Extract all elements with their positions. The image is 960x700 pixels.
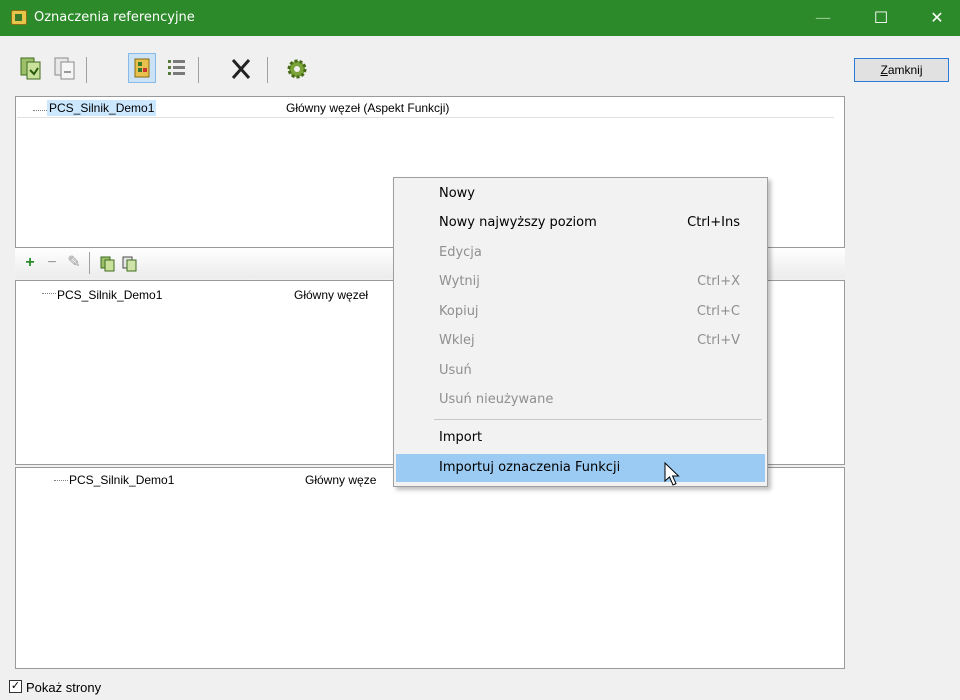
show-pages-checkbox[interactable]: ✓ — [9, 680, 22, 693]
tree-node-label[interactable]: PCS_Silnik_Demo1 — [57, 288, 162, 302]
remove-icon[interactable]: − — [43, 255, 61, 273]
menu-item-edycja[interactable]: Edycja — [396, 239, 765, 267]
tree-connector — [42, 293, 56, 294]
menu-item-kopiuj[interactable]: Kopiuj Ctrl+C — [396, 298, 765, 326]
toolbar-separator — [89, 252, 90, 274]
menu-item-usun-nieuzywane[interactable]: Usuń nieużywane — [396, 386, 765, 414]
tree-connector — [54, 480, 68, 481]
toolbar-separator — [267, 57, 268, 83]
menu-item-wklej[interactable]: Wklej Ctrl+V — [396, 327, 765, 355]
menu-item-usun[interactable]: Usuń — [396, 357, 765, 385]
tree-view-icon[interactable] — [128, 53, 156, 83]
toolbar-separator — [198, 57, 199, 83]
scrollbar[interactable] — [834, 97, 844, 247]
close-button[interactable]: Zamknij — [854, 58, 949, 82]
close-button-label: amknij — [887, 63, 923, 77]
window-title: Oznaczenia referencyjne — [34, 10, 195, 25]
copy-green-small-icon[interactable] — [99, 255, 117, 273]
menu-item-nowy-najwyzszy-poziom[interactable]: Nowy najwyższy poziom Ctrl+Ins — [396, 209, 765, 237]
title-bar: Oznaczenia referencyjne — ☐ ✕ — [0, 0, 960, 36]
tree-row[interactable]: PCS_Silnik_Demo1 Główny węzeł (Aspekt Fu… — [17, 98, 835, 118]
settings-gear-icon[interactable] — [282, 53, 310, 83]
tree-node-description: Główny węze — [305, 473, 377, 487]
minimize-button[interactable]: — — [800, 0, 846, 36]
copy-green-icon[interactable] — [16, 53, 44, 83]
show-pages-label[interactable]: Pokaż strony — [26, 680, 101, 695]
context-menu: Nowy Nowy najwyższy poziom Ctrl+Ins Edycj… — [393, 177, 768, 487]
add-icon[interactable]: + — [21, 255, 39, 273]
menu-separator — [434, 419, 762, 420]
mouse-cursor-icon — [664, 462, 680, 486]
copy-gray-icon[interactable] — [50, 53, 78, 83]
close-window-button[interactable]: ✕ — [914, 0, 960, 36]
main-toolbar — [12, 53, 332, 89]
list-view-icon[interactable] — [162, 53, 190, 83]
tree-node-description: Główny węzeł — [294, 288, 369, 302]
tree-node-description: Główny węzeł (Aspekt Funkcji) — [286, 101, 450, 115]
tree-node-label[interactable]: PCS_Silnik_Demo1 — [47, 100, 157, 116]
tree-panel-3[interactable]: PCS_Silnik_Demo1 Główny węze — [15, 467, 845, 669]
tree-connector — [33, 110, 47, 111]
copy-small-icon[interactable] — [121, 255, 139, 273]
menu-item-nowy[interactable]: Nowy — [396, 180, 765, 208]
edit-icon[interactable]: ✎ — [65, 255, 83, 273]
delete-icon[interactable] — [226, 53, 254, 83]
menu-item-importuj-oznaczenia-funkcji[interactable]: Importuj oznaczenia Funkcji — [396, 454, 765, 482]
tree-node-label[interactable]: PCS_Silnik_Demo1 — [69, 473, 174, 487]
toolbar-separator — [86, 57, 87, 83]
maximize-button[interactable]: ☐ — [858, 0, 904, 36]
app-icon — [11, 10, 27, 25]
menu-item-import[interactable]: Import — [396, 424, 765, 452]
menu-item-wytnij[interactable]: Wytnij Ctrl+X — [396, 268, 765, 296]
